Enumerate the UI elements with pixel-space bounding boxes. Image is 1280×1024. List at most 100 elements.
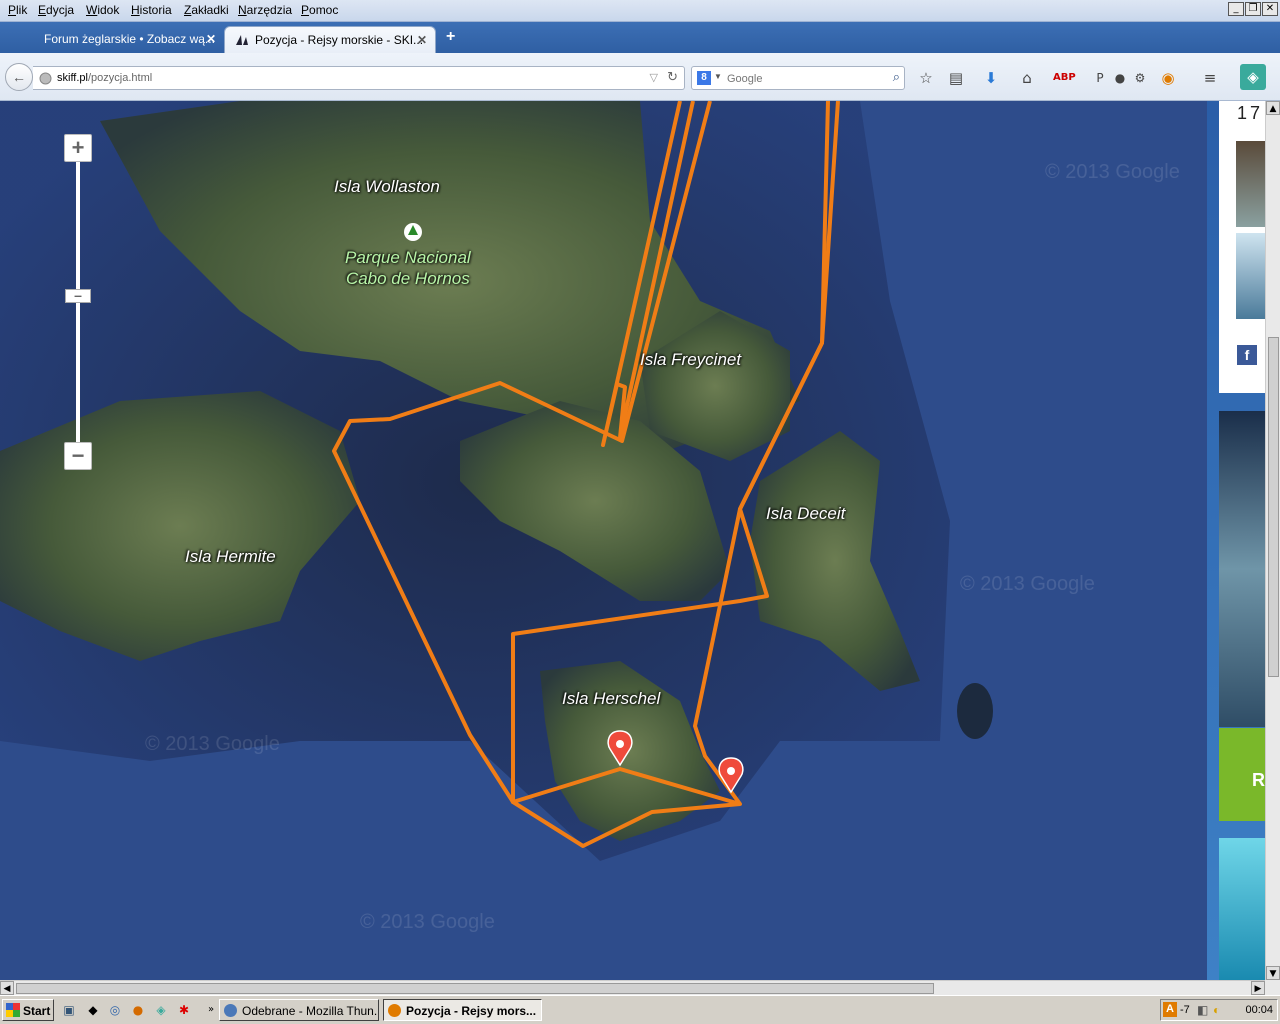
window-controls: _ ❐ ✕ bbox=[1228, 2, 1278, 16]
bookmark-star-icon[interactable]: ☆ bbox=[916, 68, 936, 88]
label-isla-freycinet: Isla Freycinet bbox=[640, 350, 742, 369]
diamond-app-icon[interactable]: ◈ bbox=[154, 1003, 168, 1017]
scroll-left-icon[interactable]: ◀ bbox=[0, 981, 14, 995]
downloads-icon[interactable]: ⬇ bbox=[981, 68, 1001, 88]
avast-icon[interactable]: A bbox=[1163, 1002, 1177, 1017]
google-icon[interactable]: 8 bbox=[697, 71, 711, 85]
url-text: skiff.pl/pozycja.html bbox=[57, 72, 153, 84]
firefox-icon[interactable]: ● bbox=[131, 1003, 145, 1017]
sidebar-photo[interactable] bbox=[1236, 141, 1265, 227]
task-label: Odebrane - Mozilla Thun... bbox=[242, 1004, 379, 1018]
close-window-button[interactable]: ✕ bbox=[1262, 2, 1278, 16]
bug-app-icon[interactable]: ✱ bbox=[177, 1003, 191, 1017]
scroll-corner bbox=[1265, 980, 1280, 995]
bookmarks-list-icon[interactable]: ▤ bbox=[946, 68, 966, 88]
update-icon[interactable]: ◐ bbox=[1213, 1003, 1220, 1017]
tab-bar: Forum żeglarskie • Zobacz wą... ✕ Pozycj… bbox=[0, 22, 1280, 53]
sidebar-number: 17 bbox=[1237, 103, 1264, 123]
sidebar-card: 17 f bbox=[1219, 101, 1265, 393]
label-isla-herschel: Isla Herschel bbox=[562, 689, 661, 708]
addon-gear-icon[interactable]: ⚙ bbox=[1130, 68, 1150, 88]
search-engine-dropdown-icon[interactable]: ▼ bbox=[714, 72, 722, 81]
page-sidebar: 17 f R bbox=[1207, 101, 1265, 980]
adblock-icon[interactable]: ABP bbox=[1053, 68, 1076, 88]
menu-file[interactable]: Plik bbox=[8, 3, 27, 17]
taskbar: Start ▣ ◆ ◎ ● ◈ ✱ » Odebrane - Mozilla T… bbox=[0, 995, 1280, 1024]
addon-p-icon[interactable]: P bbox=[1090, 68, 1110, 88]
restore-button[interactable]: ❐ bbox=[1245, 2, 1261, 16]
menu-bookmarks[interactable]: Zakładki bbox=[184, 3, 229, 17]
close-tab-icon[interactable]: ✕ bbox=[417, 33, 427, 47]
system-tray: A -7 ◧ ◐ 00:04 bbox=[1160, 999, 1278, 1021]
more-quicklaunch-icon[interactable]: » bbox=[204, 1003, 218, 1017]
zoom-slider-track[interactable] bbox=[76, 162, 80, 446]
new-tab-button[interactable]: + bbox=[446, 28, 455, 46]
scroll-right-icon[interactable]: ▶ bbox=[1251, 981, 1265, 995]
start-button[interactable]: Start bbox=[2, 999, 54, 1021]
map-watermark: © 2013 Google bbox=[360, 911, 495, 933]
addon-circle-icon[interactable]: ● bbox=[1110, 68, 1130, 88]
menu-tools[interactable]: Narzędzia bbox=[238, 3, 292, 17]
start-label: Start bbox=[23, 1004, 51, 1018]
firefox-icon bbox=[388, 1004, 401, 1017]
facebook-icon[interactable]: f bbox=[1237, 345, 1257, 365]
vertical-scrollbar[interactable]: ▲ ▼ bbox=[1265, 101, 1280, 980]
clock: 00:04 bbox=[1245, 1004, 1273, 1016]
menu-view[interactable]: Widok bbox=[86, 3, 119, 17]
search-icon[interactable]: ⌕ bbox=[893, 70, 900, 85]
tab-title: Forum żeglarskie • Zobacz wą... bbox=[44, 32, 215, 46]
windows-logo-icon bbox=[6, 1003, 20, 1017]
tab-title: Pozycja - Rejsy morskie - SKI... bbox=[255, 33, 424, 47]
back-button[interactable]: ← bbox=[5, 63, 33, 91]
menu-edit[interactable]: Edycja bbox=[38, 3, 74, 17]
menu-bar: Plik Edycja Widok Historia Zakładki Narz… bbox=[0, 0, 1280, 22]
zoom-in-button[interactable]: + bbox=[64, 134, 92, 162]
sail-icon bbox=[236, 35, 248, 45]
reload-icon[interactable]: ↻ bbox=[667, 70, 678, 85]
task-label: Pozycja - Rejsy mors... bbox=[406, 1004, 537, 1018]
network-icon[interactable]: ◧ bbox=[1197, 1003, 1208, 1017]
minimize-button[interactable]: _ bbox=[1228, 2, 1244, 16]
taskbar-firefox[interactable]: Pozycja - Rejsy mors... bbox=[383, 999, 542, 1021]
menu-help[interactable]: Pomoc bbox=[301, 3, 338, 17]
scrollbar-thumb[interactable] bbox=[1268, 337, 1279, 677]
taskbar-thunderbird[interactable]: Odebrane - Mozilla Thun... bbox=[219, 999, 379, 1021]
map-watermark: © 2013 Google bbox=[960, 573, 1095, 595]
dropdown-arrow-icon[interactable]: ▽ bbox=[650, 71, 658, 84]
scroll-up-icon[interactable]: ▲ bbox=[1266, 101, 1280, 115]
map-canvas[interactable]: © 2013 Google © 2013 Google © 2013 Googl… bbox=[0, 101, 1207, 980]
sidebar-photo[interactable] bbox=[1219, 838, 1265, 980]
speaker-icon[interactable]: ◆ bbox=[86, 1003, 100, 1017]
tab-forum[interactable]: Forum żeglarskie • Zobacz wą... ✕ bbox=[0, 26, 224, 53]
close-tab-icon[interactable]: ✕ bbox=[206, 32, 216, 46]
search-placeholder: Google bbox=[727, 73, 763, 85]
scrollbar-thumb[interactable] bbox=[16, 983, 934, 994]
horizontal-scrollbar[interactable]: ◀ ▶ bbox=[0, 980, 1265, 995]
addon-diamond-icon[interactable]: ◈ bbox=[1240, 64, 1266, 90]
tab-pozycja[interactable]: Pozycja - Rejsy morskie - SKI... ✕ bbox=[224, 26, 436, 53]
label-isla-wollaston: Isla Wollaston bbox=[334, 177, 440, 196]
skype-icon[interactable]: ◎ bbox=[108, 1003, 122, 1017]
map-watermark: © 2013 Google bbox=[145, 733, 280, 755]
scroll-down-icon[interactable]: ▼ bbox=[1266, 966, 1280, 980]
home-icon[interactable]: ⌂ bbox=[1017, 68, 1037, 88]
sidebar-green-panel[interactable]: R bbox=[1219, 728, 1265, 821]
desktop-icon[interactable]: ▣ bbox=[62, 1003, 76, 1017]
search-bar[interactable]: 8 ▼ Google ⌕ bbox=[691, 66, 905, 90]
zoom-out-button[interactable]: − bbox=[64, 442, 92, 470]
navigation-bar: ← skiff.pl/pozycja.html ▽ ↻ 8 ▼ Google ⌕… bbox=[0, 53, 1280, 101]
menu-hamburger-icon[interactable]: ≡ bbox=[1200, 68, 1220, 88]
page-viewport: © 2013 Google © 2013 Google © 2013 Googl… bbox=[0, 101, 1265, 980]
thunderbird-icon bbox=[224, 1004, 237, 1017]
label-isla-hermite: Isla Hermite bbox=[185, 547, 276, 566]
menu-history[interactable]: Historia bbox=[131, 3, 172, 17]
label-park: Parque Nacional Cabo de Hornos bbox=[345, 248, 471, 288]
sidebar-photo[interactable] bbox=[1236, 233, 1265, 319]
zoom-slider-handle[interactable]: – bbox=[65, 288, 91, 303]
sidebar-green-letter: R bbox=[1252, 770, 1265, 790]
small-islet bbox=[957, 683, 993, 739]
addon-orange-icon[interactable]: ◉ bbox=[1158, 68, 1178, 88]
sidebar-photo[interactable] bbox=[1219, 411, 1265, 727]
map-watermark: © 2013 Google bbox=[1045, 161, 1180, 183]
url-bar[interactable]: skiff.pl/pozycja.html ▽ ↻ bbox=[33, 66, 685, 90]
